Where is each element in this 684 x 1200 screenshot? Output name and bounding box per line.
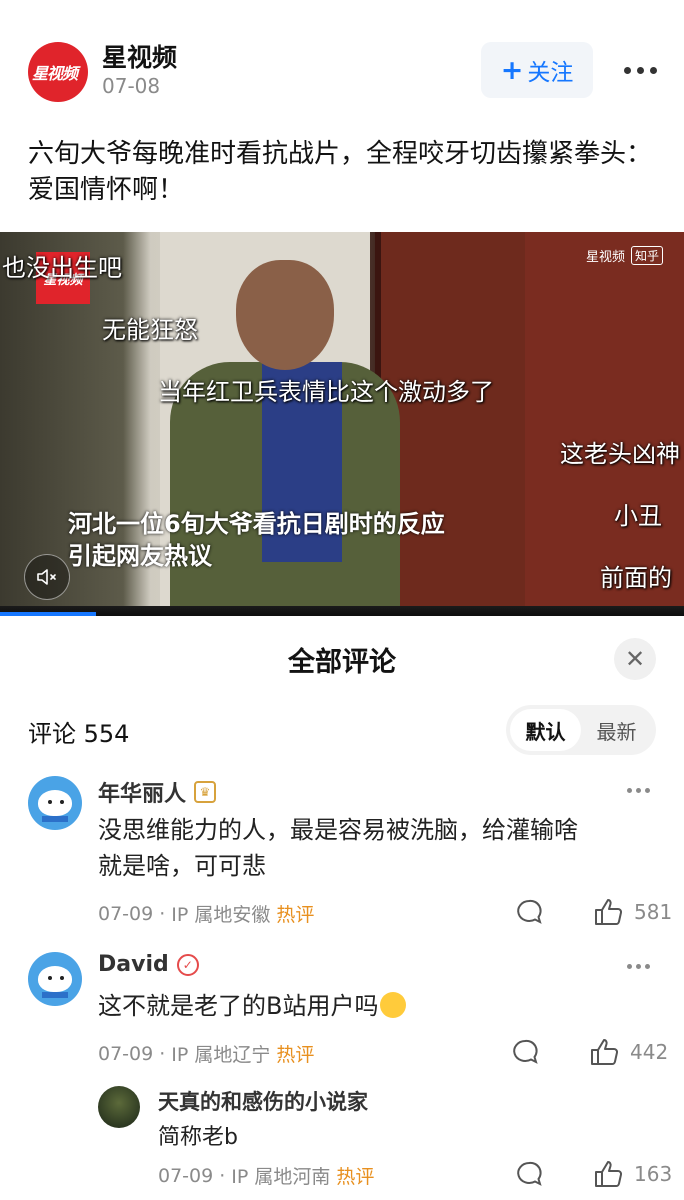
danmu-comment: 前面的 [600, 564, 672, 592]
video-frame-head [236, 260, 334, 370]
comment-meta: 07-09 · IP 属地安徽 热评 [98, 900, 314, 927]
comment-text-line: 没思维能力的人，最是容易被洗脑，给灌输啥 [98, 816, 578, 844]
comment-text-line: 就是啥，可可悲 [98, 852, 266, 880]
comment-meta: 07-09 · IP 属地河南 热评 [158, 1162, 374, 1189]
video-caption-line: 引起网友热议 [68, 542, 212, 570]
like-count: 581 [634, 900, 673, 924]
video-progress-fill [0, 612, 96, 616]
crown-badge-icon: ♛ [194, 781, 217, 803]
sort-default-button[interactable]: 默认 [510, 709, 581, 751]
close-icon[interactable]: ✕ [614, 638, 656, 680]
comment-text: 简称老b [158, 1120, 238, 1156]
comment-date: 07-09 [98, 1042, 154, 1065]
post-header: 星视频 星视频 07-08 + 关注 [0, 0, 684, 120]
author-name[interactable]: 星视频 [102, 38, 177, 74]
verified-badge-icon: ✓ [176, 953, 199, 976]
avatar[interactable] [28, 952, 82, 1006]
reply-icon[interactable] [514, 897, 544, 927]
comment-date: 07-09 [98, 902, 154, 925]
comment-location: IP 属地安徽 [171, 904, 271, 926]
video-progress-track[interactable] [0, 606, 684, 616]
video-caption: 河北一位6旬大爷看抗日剧时的反应 引起网友热议 [68, 508, 445, 572]
avatar[interactable] [98, 1086, 140, 1128]
page: 星视频 星视频 07-08 + 关注 六旬大爷每晚准时看抗战片，全程咬牙切齿攥紧… [0, 0, 684, 1200]
like-icon[interactable] [592, 1158, 624, 1190]
danmu-comment: 无能狂怒 [102, 316, 198, 344]
sort-latest-button[interactable]: 最新 [581, 709, 652, 751]
commenter-name-text: 年华丽人 [98, 782, 187, 807]
follow-label: 关注 [527, 60, 574, 86]
more-options-icon[interactable] [616, 50, 664, 90]
speaker-muted-icon[interactable] [24, 554, 70, 600]
like-count: 163 [634, 1162, 673, 1186]
comment-actions: 581 [514, 896, 672, 928]
video-watermark: 星视频 知乎 [586, 246, 664, 265]
meta-separator: · [219, 1164, 226, 1187]
hot-comment-tag: 热评 [276, 904, 315, 926]
hot-comment-tag: 热评 [276, 1044, 315, 1066]
plus-icon: + [500, 54, 524, 86]
commenter-name-text: 天真的和感伤的小说家 [158, 1090, 368, 1114]
comments-panel-title: 全部评论 [288, 647, 396, 678]
video-caption-line: 河北一位6旬大爷看抗日剧时的反应 [68, 510, 445, 538]
follow-button[interactable]: + 关注 [481, 42, 593, 98]
comment-text: 这不就是老了的B站用户吗 [98, 988, 407, 1024]
post-date: 07-08 [102, 74, 161, 98]
post-title: 六旬大爷每晚准时看抗战片，全程咬牙切齿攥紧拳头：爱国情怀啊！ [28, 139, 653, 205]
comment-count-value: 554 [83, 720, 130, 748]
watermark-channel: 星视频 [586, 250, 626, 265]
like-icon[interactable] [588, 1036, 620, 1068]
comment-location: IP 属地河南 [231, 1166, 331, 1188]
comment-date: 07-09 [158, 1164, 214, 1187]
comment-count-label: 评论 [28, 720, 76, 748]
avatar[interactable] [28, 776, 82, 830]
comment-actions: 442 [510, 1036, 668, 1068]
comment-text: 没思维能力的人，最是容易被洗脑，给灌输啥 就是啥，可可悲 [98, 812, 578, 884]
like-count: 442 [630, 1040, 669, 1064]
author-logo-text: 星视频 [32, 64, 78, 82]
sort-toggle: 默认 最新 [506, 705, 656, 755]
thinking-emoji-icon [380, 992, 407, 1018]
comment-meta: 07-09 · IP 属地辽宁 热评 [98, 1040, 314, 1067]
meta-separator: · [159, 1042, 166, 1065]
reply-icon[interactable] [514, 1159, 544, 1189]
like-icon[interactable] [592, 896, 624, 928]
comment-location: IP 属地辽宁 [171, 1044, 271, 1066]
comment-text-line: 简称老b [158, 1125, 238, 1150]
comment-actions: 163 [514, 1158, 672, 1190]
commenter-name[interactable]: David ✓ [98, 952, 199, 977]
commenter-name-text: David [98, 952, 169, 977]
comment-more-icon[interactable] [618, 954, 658, 978]
reply-icon[interactable] [510, 1037, 540, 1067]
author-avatar[interactable]: 星视频 [28, 42, 88, 102]
comment-count: 评论 554 [28, 714, 129, 749]
danmu-comment: 也没出生吧 [2, 254, 122, 282]
commenter-name[interactable]: 天真的和感伤的小说家 [158, 1086, 368, 1116]
video-player[interactable]: 星视频 星视频 知乎 也没出生吧 无能狂怒 当年红卫兵表情比这个激动多了 这老头… [0, 232, 684, 616]
commenter-name[interactable]: 年华丽人 ♛ [98, 776, 217, 808]
comment-text-line: 这不就是老了的B站用户吗 [98, 992, 379, 1020]
danmu-comment: 这老头凶神 [560, 440, 680, 468]
hot-comment-tag: 热评 [336, 1166, 375, 1188]
meta-separator: · [159, 902, 166, 925]
comment-more-icon[interactable] [618, 778, 658, 802]
danmu-comment: 小丑 [614, 502, 662, 530]
watermark-zhihu: 知乎 [631, 246, 664, 265]
danmu-comment: 当年红卫兵表情比这个激动多了 [158, 378, 494, 406]
